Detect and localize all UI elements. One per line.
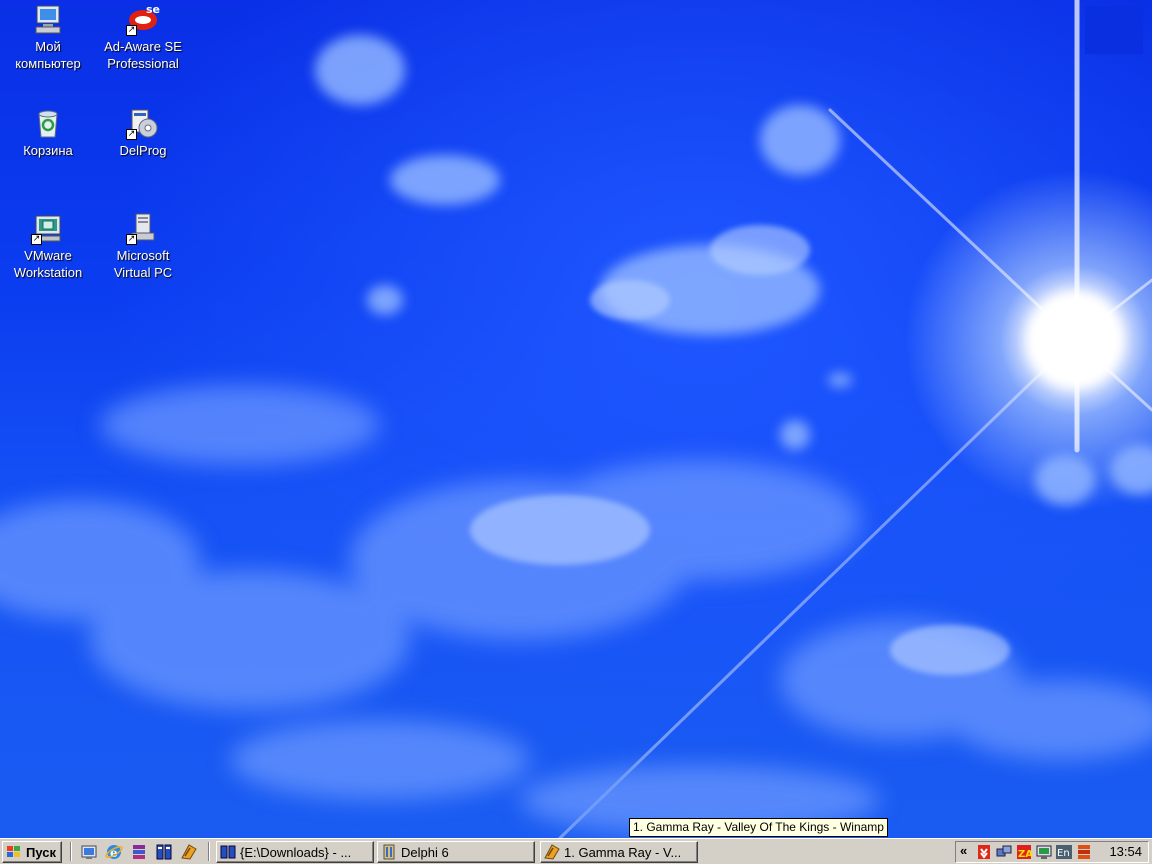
taskbar-window-label: Delphi 6 (401, 844, 449, 860)
taskbar-window-delphi[interactable]: Delphi 6 (377, 841, 535, 863)
taskbar-window-label: {E:\Downloads} - ... (240, 844, 352, 860)
taskbar-window-winamp[interactable]: 1. Gamma Ray - V... (540, 841, 698, 863)
shortcut-arrow-icon: ↗ (126, 234, 137, 245)
desktop-icon-virtual-pc[interactable]: ↗ Microsoft Virtual PC (95, 211, 191, 281)
taskbar-separator (70, 842, 72, 861)
delphi-icon (381, 844, 397, 860)
desktop-icon-label: Microsoft Virtual PC (113, 248, 173, 280)
winrar-icon[interactable] (130, 843, 148, 861)
desktop-icon-label: VMware Workstation (13, 248, 83, 280)
desktop-icon-vmware[interactable]: ↗ VMware Workstation (0, 211, 96, 281)
shortcut-arrow-icon: ↗ (31, 234, 42, 245)
total-commander-icon[interactable] (155, 843, 173, 861)
tray-expand-chevron[interactable]: « (960, 843, 967, 858)
vmware-icon: ↗ (31, 211, 65, 245)
desktop-icon-label: Мой компьютер (15, 39, 81, 71)
adaware-icon: se ↗ (126, 2, 160, 36)
taskbar-separator (208, 842, 210, 861)
clock[interactable]: 13:54 (1109, 844, 1142, 859)
delprog-icon: ↗ (126, 106, 160, 140)
svg-text:ZA: ZA (1018, 849, 1032, 860)
taskbar-window-downloads[interactable]: {E:\Downloads} - ... (216, 841, 374, 863)
language-label: En (1057, 848, 1070, 859)
my-computer-icon (31, 2, 65, 36)
winamp-icon[interactable] (180, 843, 198, 861)
language-en-icon[interactable]: En (1056, 844, 1072, 860)
winamp-tooltip: 1. Gamma Ray - Valley Of The Kings - Win… (629, 818, 888, 837)
virtual-pc-icon: ↗ (126, 211, 160, 245)
desktop-icon-label: DelProg (119, 143, 167, 158)
taskbar-window-label: 1. Gamma Ray - V... (564, 844, 682, 860)
desktop-icon-recycle-bin[interactable]: Корзина (0, 106, 96, 159)
taskbar: Пуск e {E:\Downloads} - ... Delphi 6 1. … (0, 838, 1152, 864)
recycle-bin-icon (31, 106, 65, 140)
start-label: Пуск (26, 844, 56, 860)
show-desktop-icon[interactable] (80, 843, 98, 861)
folder-app-icon (220, 844, 236, 860)
desktop-icon-label: Ad-Aware SE Professional (104, 39, 182, 71)
shortcut-arrow-icon: ↗ (126, 25, 137, 36)
system-tray: « ZA En 13:54 (955, 841, 1149, 863)
winrar-tray-icon[interactable] (1076, 844, 1092, 860)
desktop-icon-label: Корзина (23, 143, 73, 158)
svg-text:se: se (146, 3, 160, 16)
monitor-icon[interactable] (1036, 844, 1052, 860)
download-icon[interactable] (976, 844, 992, 860)
zonealarm-icon[interactable]: ZA (1016, 844, 1032, 860)
desktop-icon-delprog[interactable]: ↗ DelProg (95, 106, 191, 159)
windows-logo-icon (6, 844, 22, 860)
ie-icon[interactable]: e (105, 843, 123, 861)
shortcut-arrow-icon: ↗ (126, 129, 137, 140)
winamp-icon (544, 844, 560, 860)
desktop-icon-adaware[interactable]: se ↗ Ad-Aware SE Professional (95, 2, 191, 72)
network-icon[interactable] (996, 844, 1012, 860)
start-button[interactable]: Пуск (2, 841, 62, 863)
desktop[interactable]: Мой компьютер se ↗ Ad-Aware SE Professio… (0, 0, 1152, 838)
desktop-icon-my-computer[interactable]: Мой компьютер (0, 2, 96, 72)
